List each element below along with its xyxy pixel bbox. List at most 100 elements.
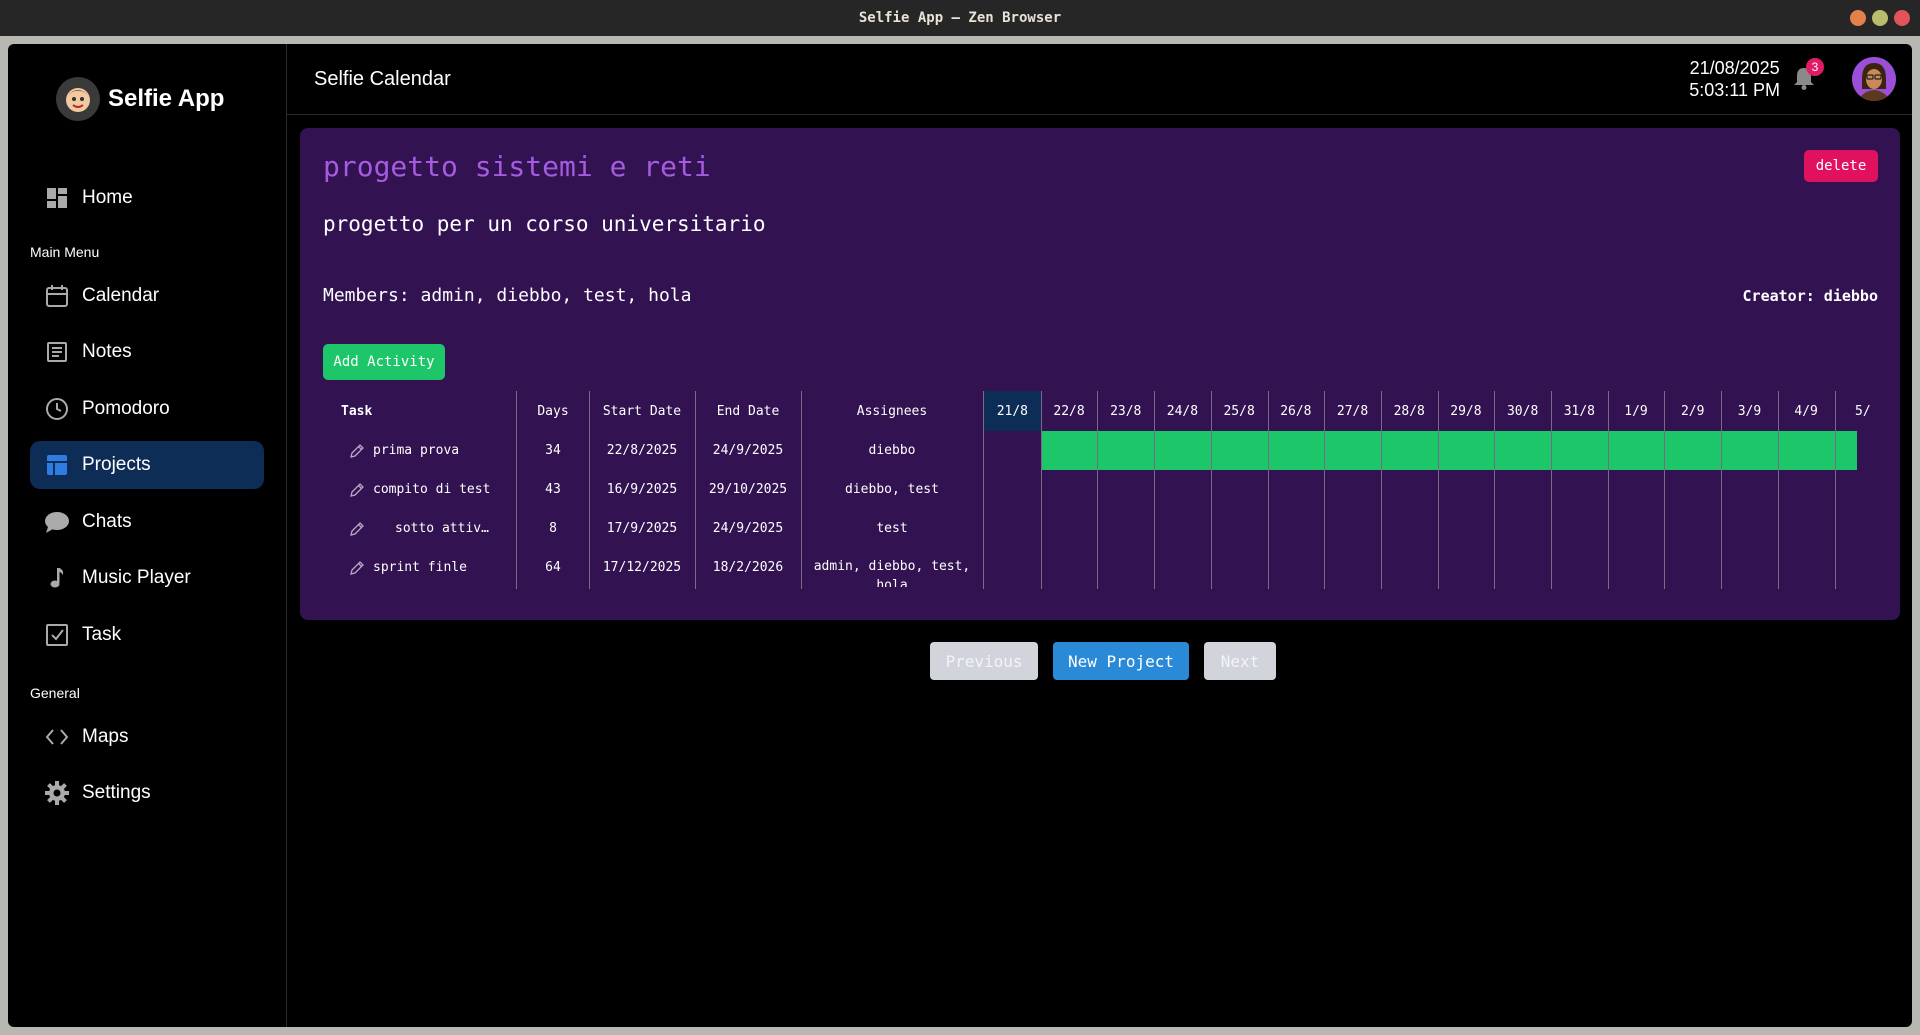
row-task-name: sprint finle — [373, 560, 467, 575]
sidebar-item-music-player[interactable]: Music Player — [30, 554, 264, 602]
row-start-date: 22/8/2025 — [606, 443, 678, 458]
project-creator: Creator: diebbo — [1742, 287, 1878, 305]
date-column-header: 1/9 — [1624, 403, 1648, 419]
sidebar-item-label: Maps — [82, 726, 129, 747]
sidebar-item-pomodoro[interactable]: Pomodoro — [30, 385, 264, 433]
date-column-header: 31/8 — [1563, 403, 1595, 419]
app-name: Selfie App — [108, 85, 225, 112]
date-column-header: 5/ — [1855, 403, 1871, 419]
row-assignees: diebbo — [868, 443, 916, 458]
app-window: Selfie App Home Main Menu Calendar Notes — [8, 44, 1912, 1027]
sidebar-item-label: Music Player — [82, 567, 191, 588]
sidebar-item-label: Projects — [82, 454, 151, 475]
window-title: Selfie App — Zen Browser — [858, 10, 1062, 26]
sidebar-item-label: Notes — [82, 341, 132, 362]
chat-bubble-icon — [44, 509, 70, 535]
row-end-date: 24/9/2025 — [712, 521, 784, 536]
date-column-header: 21/8 — [984, 391, 1041, 431]
sidebar-item-home[interactable]: Home — [30, 174, 264, 222]
top-header: Selfie Calendar 21/08/2025 5:03:11 PM 3 — [287, 44, 1912, 115]
row-assignees: admin, diebbo, test, hola — [813, 559, 971, 587]
date-column-header: 27/8 — [1336, 403, 1369, 419]
sidebar-item-calendar[interactable]: Calendar — [30, 272, 264, 320]
row-start-date: 16/9/2025 — [606, 482, 678, 497]
row-assignees: diebbo, test — [845, 482, 939, 497]
date-column-divider — [1437, 391, 1439, 589]
row-days: 8 — [549, 521, 557, 536]
datetime-display: 21/08/2025 5:03:11 PM — [1689, 57, 1780, 101]
date-column-divider — [1494, 391, 1496, 589]
sidebar-item-label: Task — [82, 624, 122, 645]
column-header-task: Task — [341, 403, 373, 419]
calendar-icon — [44, 283, 70, 309]
date-column-divider — [1664, 391, 1666, 589]
sidebar-item-label: Calendar — [82, 285, 160, 306]
date-column-header: 4/9 — [1794, 403, 1818, 419]
notes-icon — [44, 339, 70, 365]
sidebar-item-label: Settings — [82, 782, 151, 803]
maximize-button[interactable] — [1872, 10, 1888, 26]
column-header-days: Days — [537, 403, 569, 419]
date-column-divider — [1210, 391, 1212, 589]
sidebar-item-notes[interactable]: Notes — [30, 328, 264, 376]
sidebar-item-label: Home — [82, 187, 133, 208]
column-header-end-date: End Date — [716, 403, 780, 419]
edit-pencil-icon[interactable] — [347, 548, 367, 587]
sidebar-item-maps[interactable]: Maps — [30, 713, 264, 761]
edit-pencil-icon[interactable] — [347, 470, 367, 509]
delete-project-button[interactable]: delete — [1804, 150, 1878, 182]
music-note-icon — [44, 565, 70, 591]
gantt-table: Task Days Start Date End Date Assignees … — [323, 391, 1889, 591]
date-column-header: 24/8 — [1166, 403, 1199, 419]
gear-icon — [44, 780, 70, 806]
table-icon — [44, 452, 70, 478]
edit-pencil-icon[interactable] — [347, 431, 367, 470]
current-date: 21/08/2025 — [1689, 58, 1780, 78]
date-column-divider — [1097, 391, 1099, 589]
sidebar-item-task[interactable]: Task — [30, 611, 264, 659]
project-description: progetto per un corso universitario — [323, 212, 766, 236]
new-project-button[interactable]: New Project — [1053, 642, 1189, 680]
section-label-general: General — [30, 685, 80, 701]
sidebar-item-label: Pomodoro — [82, 398, 170, 419]
date-column-divider — [1154, 391, 1156, 589]
project-title: progetto sistemi e reti — [323, 150, 711, 183]
row-end-date: 18/2/2026 — [712, 560, 784, 575]
sidebar: Selfie App Home Main Menu Calendar Notes — [8, 44, 287, 1027]
sidebar-item-projects[interactable]: Projects — [30, 441, 264, 489]
date-column-divider — [1777, 391, 1779, 589]
checkbox-icon — [44, 622, 70, 648]
row-assignees: test — [876, 521, 908, 536]
row-days: 64 — [545, 560, 561, 575]
date-column-header: 28/8 — [1393, 403, 1425, 419]
row-task-name: prima prova — [373, 443, 460, 458]
date-column-divider — [1834, 391, 1836, 589]
date-column-header: 29/8 — [1450, 403, 1482, 419]
column-header-start-date: Start Date — [602, 403, 682, 419]
brand[interactable]: Selfie App — [56, 77, 224, 121]
edit-pencil-icon[interactable] — [347, 509, 367, 548]
page-title: Selfie Calendar — [314, 68, 451, 90]
project-members: Members: admin, diebbo, test, hola — [323, 285, 692, 306]
date-column-divider — [1551, 391, 1552, 589]
next-button[interactable]: Next — [1204, 642, 1276, 680]
minimize-button[interactable] — [1850, 10, 1866, 26]
row-days: 43 — [545, 482, 561, 497]
date-column-header: 23/8 — [1110, 403, 1142, 419]
sidebar-item-settings[interactable]: Settings — [30, 769, 264, 817]
row-days: 34 — [545, 443, 561, 458]
date-column-divider — [1324, 391, 1326, 589]
close-window-button[interactable] — [1894, 10, 1910, 26]
row-start-date: 17/9/2025 — [606, 521, 678, 536]
date-column-divider — [1267, 391, 1269, 589]
row-start-date: 17/12/2025 — [602, 560, 682, 575]
project-card: progetto sistemi e reti progetto per un … — [300, 128, 1900, 620]
previous-button[interactable]: Previous — [930, 642, 1038, 680]
date-column-header: 3/9 — [1737, 403, 1762, 419]
row-end-date: 24/9/2025 — [712, 443, 784, 458]
current-time: 5:03:11 PM — [1689, 80, 1780, 100]
avatar[interactable] — [1852, 57, 1896, 101]
add-activity-button[interactable]: Add Activity — [323, 344, 445, 380]
sidebar-item-chats[interactable]: Chats — [30, 498, 264, 546]
clock-icon — [44, 396, 70, 422]
